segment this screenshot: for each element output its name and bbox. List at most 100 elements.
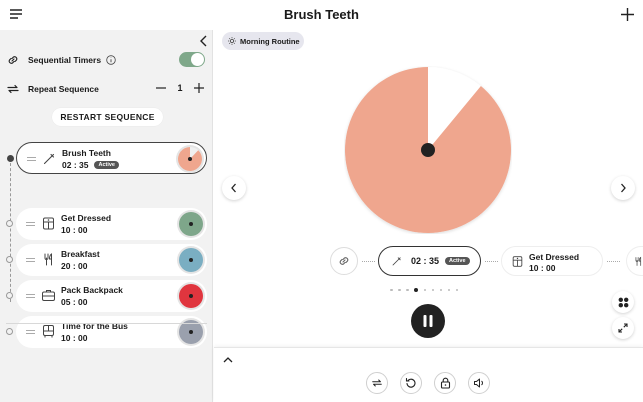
restart-sequence-button[interactable]: RESTART SEQUENCE bbox=[52, 108, 163, 126]
page-dot[interactable] bbox=[423, 288, 426, 292]
timer-item-pack-backpack[interactable]: Pack Backpack 05 : 00 bbox=[6, 280, 207, 312]
page-dot[interactable] bbox=[439, 288, 442, 292]
pause-button[interactable] bbox=[411, 304, 445, 338]
timer-time: 05 : 00 bbox=[61, 297, 88, 307]
pause-icon bbox=[423, 315, 433, 327]
increment-button[interactable] bbox=[193, 82, 205, 94]
page-dot[interactable] bbox=[431, 288, 434, 292]
chevron-left-icon[interactable] bbox=[199, 35, 209, 47]
dial-center-knob bbox=[421, 143, 435, 157]
drag-handle-icon[interactable] bbox=[26, 329, 35, 335]
sun-icon bbox=[228, 37, 236, 45]
timeline-dot bbox=[6, 292, 13, 299]
sequential-timers-label: Sequential Timers bbox=[28, 55, 102, 65]
link-icon bbox=[6, 53, 20, 67]
closet-icon bbox=[512, 256, 523, 267]
toothbrush-icon bbox=[392, 257, 401, 266]
fork-knife-icon bbox=[635, 256, 642, 266]
page-dot[interactable] bbox=[447, 288, 450, 292]
timer-name: Brush Teeth bbox=[62, 148, 111, 158]
sequential-timers-toggle[interactable] bbox=[179, 52, 205, 67]
timer-name: Get Dressed bbox=[61, 213, 112, 223]
grid-dots-icon bbox=[618, 297, 628, 307]
upcoming-timer-card[interactable] bbox=[626, 246, 643, 276]
timer-name: Breakfast bbox=[61, 249, 100, 259]
timer-color-swatch bbox=[177, 210, 205, 238]
drag-handle-icon[interactable] bbox=[26, 221, 35, 227]
timer-color-swatch bbox=[177, 282, 205, 310]
fullscreen-button[interactable] bbox=[612, 317, 634, 339]
timeline-connector bbox=[9, 158, 11, 302]
repeat-stepper: 1 bbox=[155, 82, 205, 94]
sound-button[interactable] bbox=[468, 372, 490, 394]
status-badge: Active bbox=[94, 161, 119, 169]
page-dot[interactable] bbox=[398, 288, 401, 292]
connector-dots bbox=[485, 261, 498, 263]
bus-icon bbox=[41, 324, 56, 339]
status-badge: Active bbox=[445, 257, 470, 265]
page-title: Brush Teeth bbox=[284, 7, 359, 22]
next-timer-name: Get Dressed bbox=[529, 252, 580, 262]
backpack-icon bbox=[41, 288, 56, 303]
repeat-icon bbox=[6, 82, 20, 96]
previous-timer-button[interactable] bbox=[222, 176, 246, 200]
chevron-right-icon bbox=[621, 183, 626, 193]
repeat-button[interactable] bbox=[366, 372, 388, 394]
active-timer-time: 02 : 35 bbox=[411, 256, 440, 266]
timer-color-swatch bbox=[177, 246, 205, 274]
connector-dots bbox=[362, 261, 375, 263]
repeat-sequence-label: Repeat Sequence bbox=[28, 84, 99, 94]
connector-dots bbox=[607, 261, 620, 263]
info-icon[interactable] bbox=[106, 55, 116, 65]
next-timer-card[interactable]: Get Dressed 10 : 00 bbox=[501, 246, 603, 276]
page-dot[interactable] bbox=[414, 288, 418, 292]
decrement-button[interactable] bbox=[155, 82, 167, 94]
routine-chip[interactable]: Morning Routine bbox=[222, 32, 304, 50]
page-dot[interactable] bbox=[390, 288, 393, 292]
timeline-dot bbox=[6, 220, 13, 227]
reset-icon bbox=[405, 377, 416, 388]
drag-handle-icon[interactable] bbox=[26, 293, 35, 299]
page-dot[interactable] bbox=[455, 288, 458, 292]
sequence-link-button[interactable] bbox=[330, 247, 358, 275]
toothbrush-icon bbox=[42, 151, 57, 166]
chevron-left-icon bbox=[231, 183, 236, 193]
timer-name: Pack Backpack bbox=[61, 285, 123, 295]
sequential-timers-row: Sequential Timers bbox=[6, 49, 208, 71]
timeline-dot bbox=[6, 256, 13, 263]
timer-item-time-for-the-bus[interactable]: Time for the Bus 10 : 00 bbox=[6, 316, 207, 348]
timer-dial[interactable] bbox=[344, 66, 512, 234]
widgets-button[interactable] bbox=[612, 291, 634, 313]
reset-button[interactable] bbox=[400, 372, 422, 394]
drag-handle-icon[interactable] bbox=[26, 257, 35, 263]
link-icon bbox=[339, 257, 349, 265]
timer-time: 10 : 00 bbox=[61, 333, 88, 343]
timer-item-brush-teeth[interactable]: Brush Teeth 02 : 35 Active bbox=[7, 142, 207, 174]
page-dot[interactable] bbox=[406, 288, 409, 292]
timeline-dot bbox=[6, 328, 13, 335]
lock-icon bbox=[440, 377, 450, 389]
drag-handle-icon[interactable] bbox=[27, 156, 36, 162]
top-bar: Brush Teeth bbox=[0, 0, 643, 30]
sidebar: Sequential Timers Repeat Sequence 1 REST… bbox=[0, 30, 213, 402]
speaker-icon bbox=[474, 378, 483, 388]
expand-icon bbox=[618, 323, 628, 333]
timer-time: 20 : 00 bbox=[61, 261, 88, 271]
page-indicator bbox=[390, 288, 458, 292]
repeat-sequence-row: Repeat Sequence 1 bbox=[6, 78, 208, 100]
bottom-panel bbox=[214, 347, 643, 402]
repeat-icon bbox=[372, 379, 382, 387]
closet-icon bbox=[41, 216, 56, 231]
repeat-count: 1 bbox=[177, 83, 183, 93]
routine-chip-label: Morning Routine bbox=[240, 36, 300, 46]
lock-button[interactable] bbox=[434, 372, 456, 394]
next-timer-button[interactable] bbox=[611, 176, 635, 200]
timer-item-get-dressed[interactable]: Get Dressed 10 : 00 bbox=[6, 208, 207, 240]
active-timer-card[interactable]: 02 : 35 Active bbox=[378, 246, 481, 276]
timeline-dot bbox=[7, 155, 14, 162]
timer-time: 02 : 35 bbox=[62, 160, 89, 170]
chevron-up-icon[interactable] bbox=[223, 356, 233, 364]
fork-knife-icon bbox=[41, 252, 56, 267]
add-timer-icon[interactable] bbox=[621, 8, 634, 21]
timer-item-breakfast[interactable]: Breakfast 20 : 00 bbox=[6, 244, 207, 276]
